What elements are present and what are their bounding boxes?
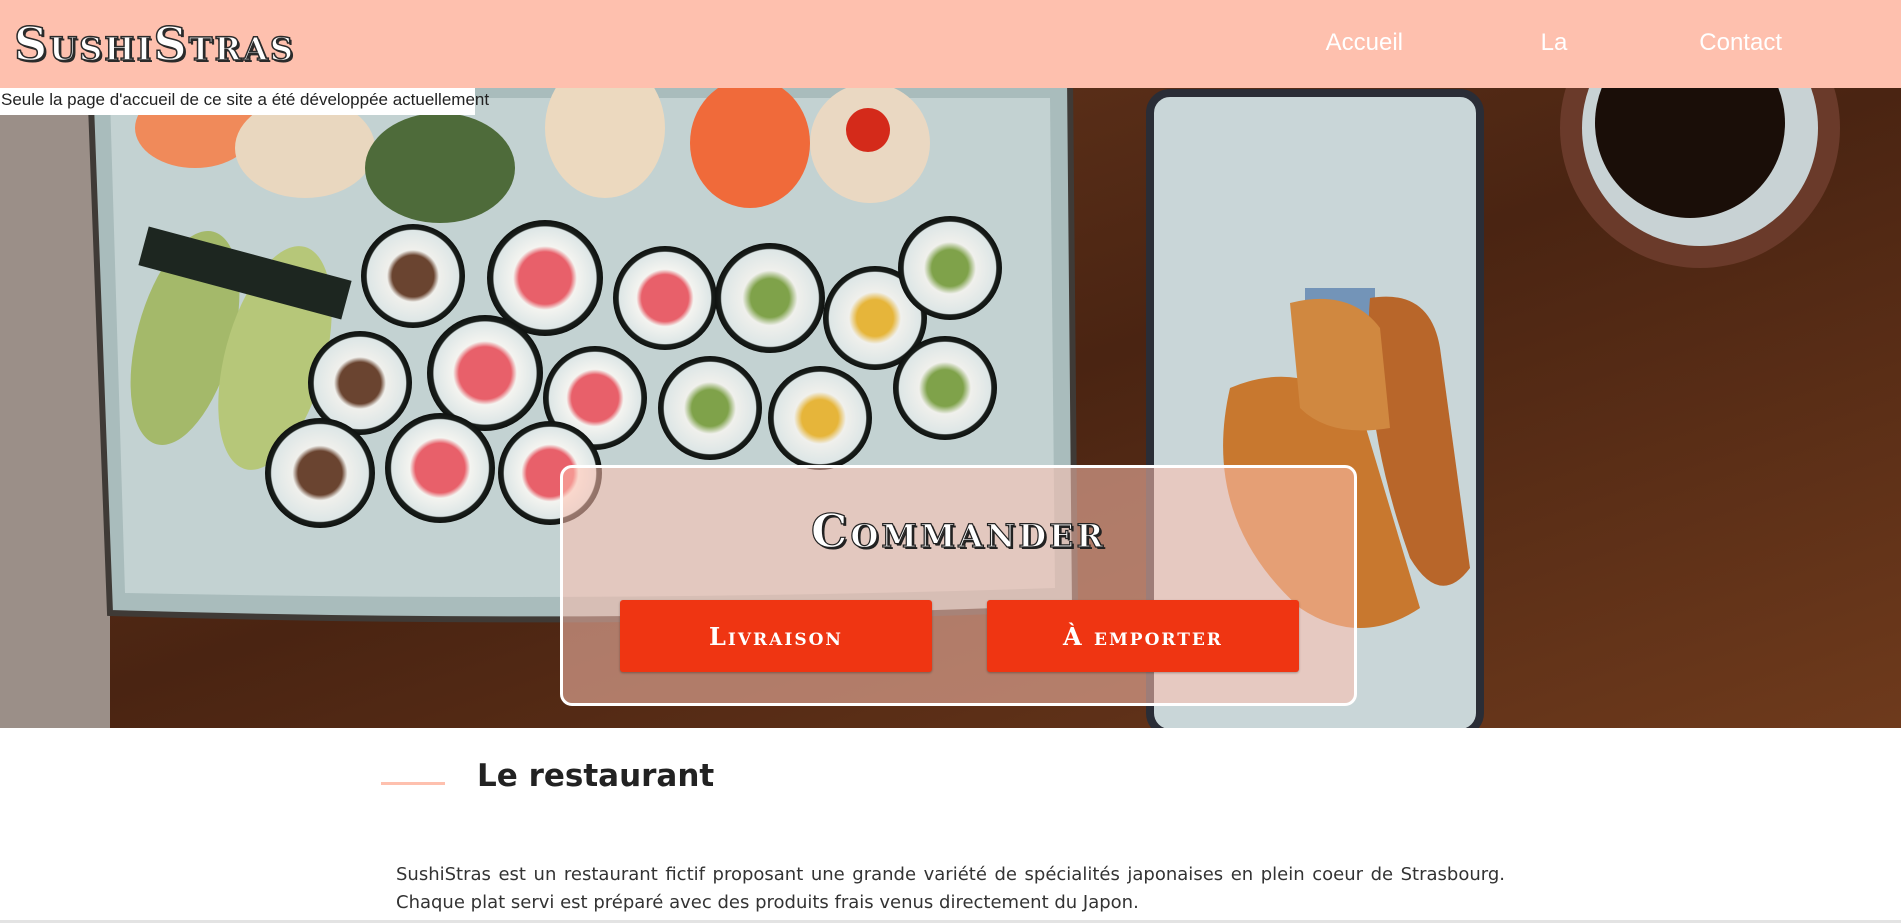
nav-link-contact[interactable]: Contact: [1699, 0, 1782, 86]
nav-link-accueil[interactable]: Accueil: [1326, 0, 1403, 86]
order-panel: Commander Livraison À emporter: [560, 465, 1357, 706]
restaurant-title: Le restaurant: [477, 758, 715, 794]
hero-section: Commander Livraison À emporter: [0, 88, 1901, 728]
site-logo[interactable]: SushiStras: [13, 14, 295, 74]
order-title: Commander: [810, 503, 1107, 558]
delivery-button[interactable]: Livraison: [620, 600, 932, 672]
restaurant-description: SushiStras est un restaurant fictif prop…: [396, 864, 1505, 913]
development-notice: Seule la page d'accueil de ce site a été…: [0, 88, 489, 115]
site-header: SushiStras Accueil La carte Contact: [0, 0, 1901, 142]
section-accent-line: [381, 782, 445, 785]
takeaway-button[interactable]: À emporter: [987, 600, 1299, 672]
